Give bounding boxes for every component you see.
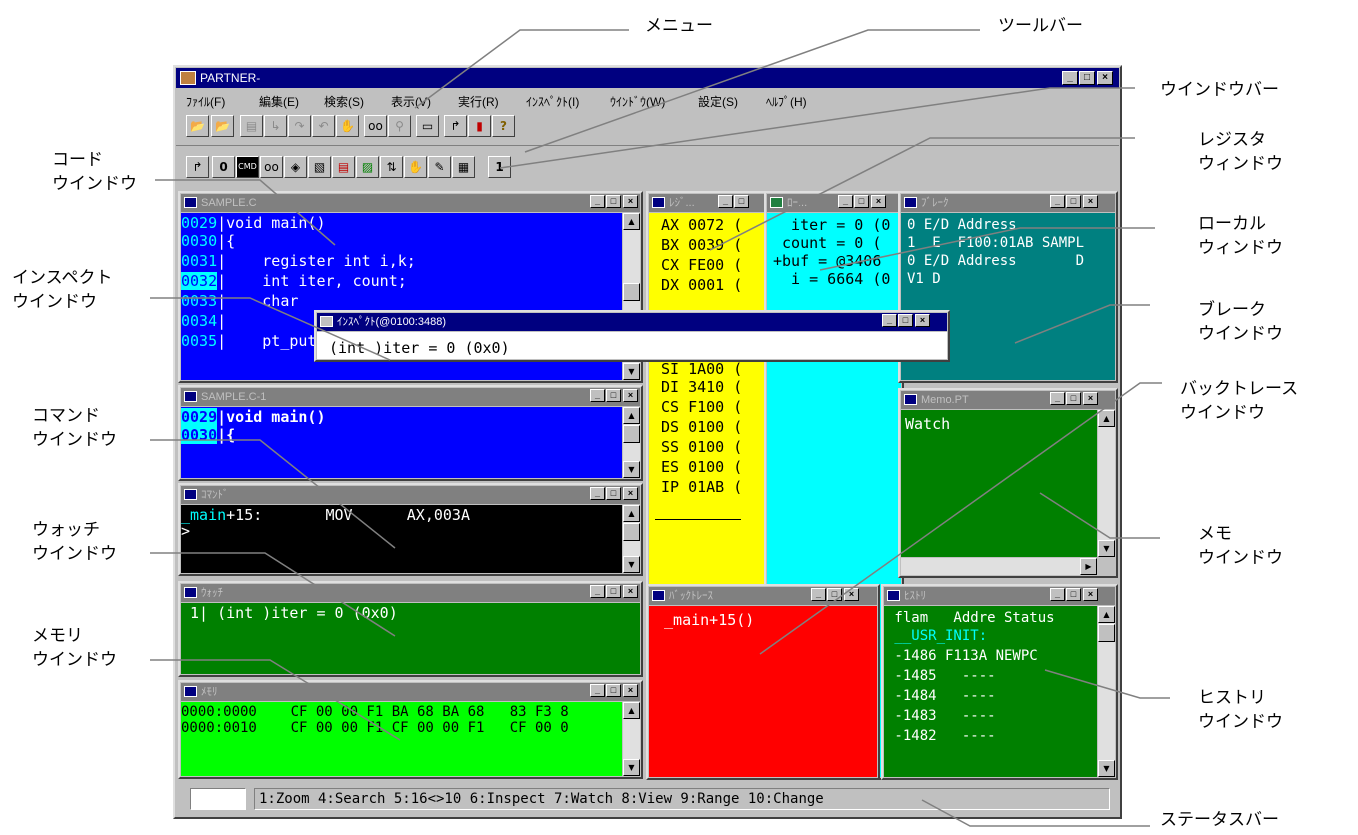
annotation-break: ブレーク ウインドウ: [1198, 300, 1283, 344]
leader-line-menu: [414, 29, 629, 109]
leader-line-window-bar: [499, 87, 1135, 169]
annotation-status: ステータスバー: [1160, 810, 1279, 830]
leader-line-code: [155, 179, 336, 246]
annotation-register: レジスタ ウィンドウ: [1198, 130, 1283, 174]
annotation-toolbar: ツールバー: [998, 16, 1083, 36]
leader-line-register: [709, 137, 1135, 251]
leader-line-break: [1014, 304, 1150, 344]
annotation-local: ローカル ウィンドウ: [1198, 214, 1283, 258]
leader-line-watch: [150, 552, 396, 637]
annotation-backtrace: バックトレース ウインドウ: [1180, 379, 1299, 423]
annotation-history: ヒストリ ウインドウ: [1198, 688, 1283, 732]
annotation-inspect: インスペクト ウインドウ: [12, 268, 113, 312]
leader-line-status: [921, 799, 1150, 827]
annotation-menu: メニュー: [645, 16, 713, 36]
annotation-memo: メモ ウインドウ: [1198, 524, 1283, 568]
leader-line-memory: [150, 659, 401, 741]
leader-line-inspect: [150, 297, 391, 361]
annotation-memory: メモリ ウインドウ: [32, 626, 117, 670]
leader-line-local: [819, 227, 1155, 271]
leader-line-history: [1044, 669, 1170, 699]
annotation-window-bar: ウインドウバー: [1160, 80, 1279, 100]
annotation-command: コマンド ウインドウ: [32, 406, 117, 450]
annotation-code: コード ウインドウ: [52, 150, 137, 194]
annotation-watch: ウォッチ ウインドウ: [32, 520, 117, 564]
leader-line-memo: [1039, 492, 1160, 539]
leader-line-toolbar: [524, 29, 980, 153]
annotation-leader-lines: [150, 29, 1170, 827]
leader-line-backtrace: [759, 382, 1162, 655]
leader-line-command: [150, 439, 396, 549]
